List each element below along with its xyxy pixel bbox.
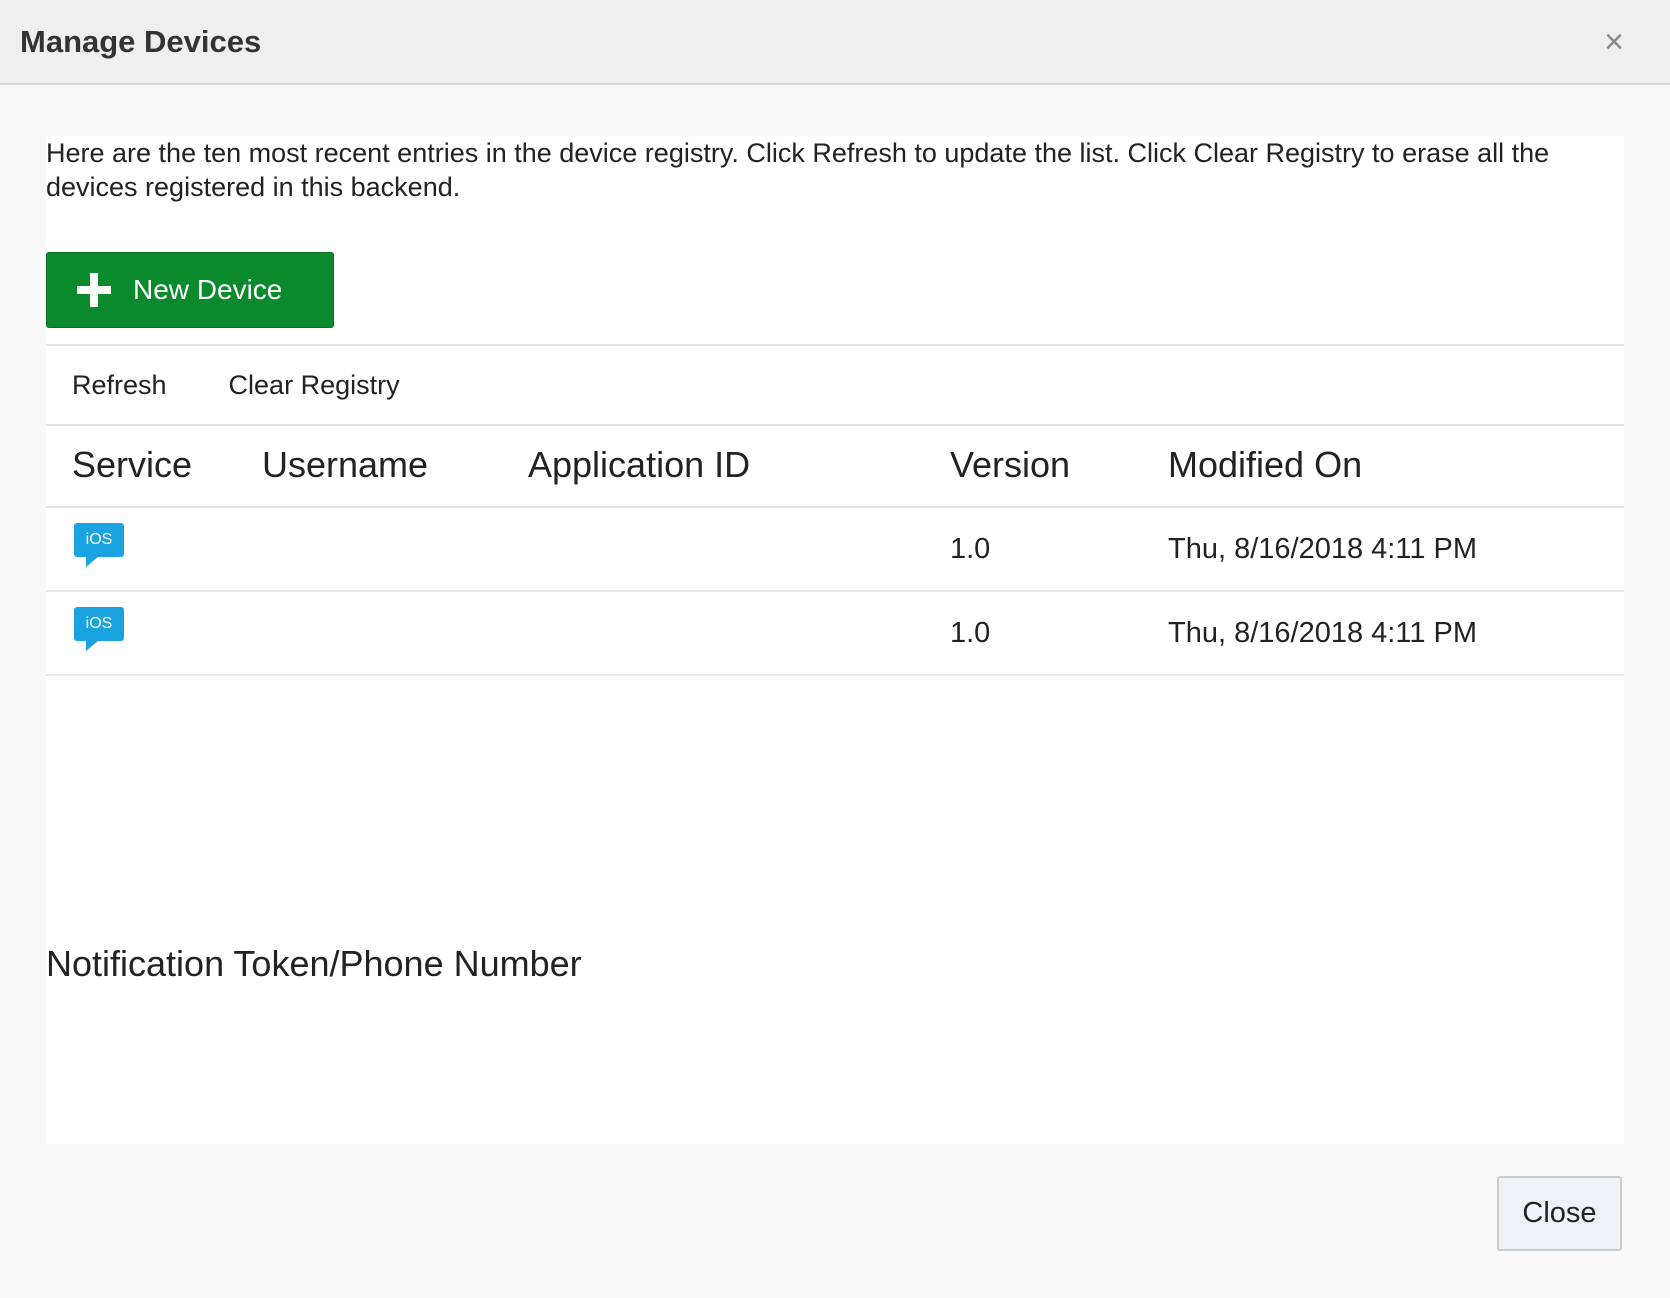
column-header-modified-on[interactable]: Modified On [1168, 444, 1362, 486]
table-row[interactable]: iOS 1.0 Thu, 8/16/2018 4:11 PM [46, 592, 1624, 676]
version-cell: 1.0 [950, 533, 991, 565]
column-header-application-id[interactable]: Application ID [528, 444, 750, 486]
device-table: Service Username Application ID Version … [46, 426, 1624, 676]
dialog-title: Manage Devices [20, 23, 262, 59]
table-row[interactable]: iOS 1.0 Thu, 8/16/2018 4:11 PM [46, 508, 1624, 592]
registry-toolbar: Refresh Clear Registry [46, 344, 1624, 426]
clear-registry-button[interactable]: Clear Registry [229, 370, 400, 401]
dialog-body: Here are the ten most recent entries in … [46, 136, 1624, 1144]
modified-on-cell: Thu, 8/16/2018 4:11 PM [1168, 617, 1478, 649]
modified-on-cell: Thu, 8/16/2018 4:11 PM [1168, 533, 1478, 565]
notification-token-label: Notification Token/Phone Number [46, 943, 582, 984]
table-header: Service Username Application ID Version … [46, 426, 1624, 508]
plus-icon [77, 273, 111, 307]
version-cell: 1.0 [950, 617, 991, 649]
ios-service-icon: iOS [74, 607, 124, 651]
ios-service-icon: iOS [74, 523, 124, 567]
column-header-username[interactable]: Username [262, 444, 428, 486]
manage-devices-dialog: Manage Devices × Here are the ten most r… [0, 0, 1670, 1298]
new-device-button[interactable]: New Device [46, 252, 334, 328]
dialog-header: Manage Devices × [0, 0, 1670, 85]
close-button[interactable]: Close [1497, 1176, 1622, 1251]
new-device-label: New Device [133, 274, 283, 305]
column-header-version[interactable]: Version [950, 444, 1070, 486]
column-header-service[interactable]: Service [72, 444, 192, 486]
refresh-button[interactable]: Refresh [72, 370, 167, 401]
intro-text: Here are the ten most recent entries in … [46, 138, 1550, 202]
close-icon[interactable]: × [1594, 22, 1634, 62]
